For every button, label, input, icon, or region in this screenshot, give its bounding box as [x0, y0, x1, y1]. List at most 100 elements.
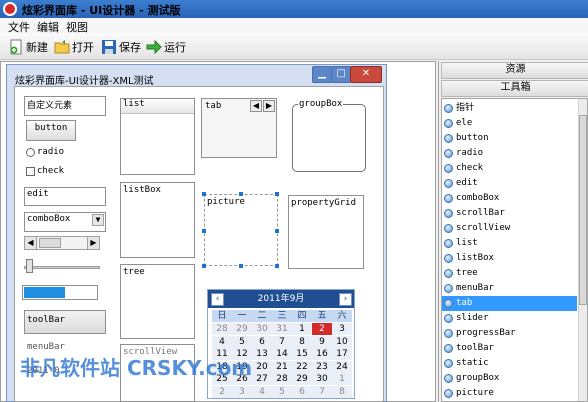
calendar-day[interactable]: 31: [272, 323, 292, 335]
toolbox-item[interactable]: slider: [442, 311, 577, 326]
toolbox-scroll-thumb[interactable]: [579, 115, 587, 305]
calendar-day[interactable]: 6: [292, 385, 312, 398]
calendar-day[interactable]: 4: [212, 335, 232, 348]
toolbox-item[interactable]: radio: [442, 146, 577, 161]
calendar-day[interactable]: 3: [232, 385, 252, 398]
propertygrid-control[interactable]: propertyGrid: [288, 195, 364, 269]
calendar-prev-icon[interactable]: ‹: [211, 293, 224, 306]
calendar-day[interactable]: 30: [252, 323, 272, 335]
toolbox-tab[interactable]: 工具箱: [441, 80, 588, 97]
calendar-day[interactable]: 8: [292, 335, 312, 348]
resize-handle[interactable]: [239, 192, 243, 196]
toolbox-item[interactable]: scrollView: [442, 221, 577, 236]
toolbox-item[interactable]: edit: [442, 176, 577, 191]
toolbox-item[interactable]: listBox: [442, 251, 577, 266]
calendar-day[interactable]: 4: [252, 385, 272, 398]
combo-box[interactable]: comboBox ▼: [24, 212, 106, 232]
calendar-day[interactable]: 14: [272, 348, 292, 360]
calendar-day[interactable]: 5: [232, 335, 252, 348]
radio-circle[interactable]: [26, 148, 35, 157]
calendar-day[interactable]: 15: [292, 348, 312, 360]
calendar-day[interactable]: 1: [292, 323, 312, 335]
resize-handle[interactable]: [275, 264, 279, 268]
new-button[interactable]: 新建: [8, 37, 48, 57]
calendar-day[interactable]: 22: [292, 360, 312, 373]
toolbox-item[interactable]: ele: [442, 116, 577, 131]
custom-element[interactable]: 自定义元素: [24, 96, 106, 116]
toolbox-item[interactable]: progressBar: [442, 326, 577, 341]
calendar-day[interactable]: 9: [312, 335, 332, 348]
picture-control[interactable]: picture: [204, 194, 278, 266]
calendar-day[interactable]: 30: [312, 373, 332, 385]
slider-thumb[interactable]: [26, 259, 33, 273]
toolbox-item-label: scrollView: [456, 223, 511, 233]
calendar-day[interactable]: 10: [332, 335, 352, 348]
resize-handle[interactable]: [202, 229, 206, 233]
open-button[interactable]: 打开: [54, 37, 94, 57]
calendar-day[interactable]: 7: [312, 385, 332, 398]
tab-left-icon[interactable]: ◀: [250, 100, 262, 112]
calendar-day[interactable]: 1: [332, 373, 352, 385]
calendar-day[interactable]: 20: [252, 360, 272, 373]
tab-right-icon[interactable]: ▶: [263, 100, 275, 112]
list-control[interactable]: list: [120, 98, 195, 175]
calendar-day[interactable]: 8: [332, 385, 352, 398]
calendar-day[interactable]: 6: [252, 335, 272, 348]
scroll-thumb[interactable]: [39, 238, 61, 248]
calendar-day[interactable]: 24: [332, 360, 352, 373]
slider-track[interactable]: [24, 266, 100, 269]
toolbox-item[interactable]: tab: [442, 296, 577, 311]
maximize-button[interactable]: □: [331, 66, 351, 83]
calendar-day[interactable]: 5: [272, 385, 292, 398]
resize-handle[interactable]: [239, 264, 243, 268]
tree-control[interactable]: tree: [120, 264, 195, 339]
calendar-day[interactable]: 21: [272, 360, 292, 373]
resize-handle[interactable]: [275, 192, 279, 196]
resize-handle[interactable]: [275, 229, 279, 233]
calendar-next-icon[interactable]: ›: [339, 293, 352, 306]
toolbar-control[interactable]: toolBar: [24, 310, 106, 334]
resize-handle[interactable]: [202, 264, 206, 268]
scroll-right-icon[interactable]: ▶: [87, 237, 99, 249]
calendar-day[interactable]: 28: [272, 373, 292, 385]
chevron-down-icon[interactable]: ▼: [92, 214, 104, 226]
resources-tab[interactable]: 资源: [441, 62, 588, 79]
toolbox-item[interactable]: toolBar: [442, 341, 577, 356]
calendar-day[interactable]: 27: [252, 373, 272, 385]
calendar-day[interactable]: 7: [272, 335, 292, 348]
toolbox-item[interactable]: scrollBar: [442, 206, 577, 221]
toolbox-item[interactable]: menuBar: [442, 281, 577, 296]
scroll-left-icon[interactable]: ◀: [25, 237, 37, 249]
toolbox-item[interactable]: groupBox: [442, 371, 577, 386]
calendar-day[interactable]: 29: [292, 373, 312, 385]
calendar-day[interactable]: 17: [332, 348, 352, 360]
calendar-day[interactable]: 16: [312, 348, 332, 360]
calendar-day[interactable]: 3: [332, 323, 352, 335]
tab-control[interactable]: tab ◀ ▶: [201, 98, 277, 158]
toolbox-item[interactable]: button: [442, 131, 577, 146]
calendar-day[interactable]: 13: [252, 348, 272, 360]
edit-field[interactable]: edit: [24, 187, 106, 206]
calendar-day[interactable]: 23: [312, 360, 332, 373]
minimize-button[interactable]: ▁: [312, 66, 332, 83]
check-box[interactable]: [26, 167, 35, 176]
groupbox-control[interactable]: [292, 104, 366, 172]
toolbox-item[interactable]: list: [442, 236, 577, 251]
listbox-control[interactable]: listBox: [120, 182, 195, 258]
calendar-day[interactable]: 29: [232, 323, 252, 335]
toolbox-item[interactable]: 指针: [442, 101, 577, 116]
toolbox-item[interactable]: comboBox: [442, 191, 577, 206]
resize-handle[interactable]: [202, 192, 206, 196]
save-button[interactable]: 保存: [101, 37, 141, 57]
toolbox-item[interactable]: tree: [442, 266, 577, 281]
toolbox-item[interactable]: static: [442, 356, 577, 371]
toolbox-item[interactable]: picture: [442, 386, 577, 401]
horizontal-scrollbar[interactable]: ◀ ▶: [24, 236, 100, 250]
calendar-day[interactable]: 2: [312, 323, 332, 335]
run-button[interactable]: 运行: [146, 37, 186, 57]
button-control[interactable]: button: [26, 120, 76, 141]
toolbox-item[interactable]: check: [442, 161, 577, 176]
close-button[interactable]: ✕: [350, 66, 382, 83]
calendar-day[interactable]: 28: [212, 323, 232, 335]
calendar-control[interactable]: 2011年9月 ‹ › 日一二三四五六 28 29 30 31 1 2 3 4 5 6 7 8 9 10 11…: [207, 289, 355, 399]
